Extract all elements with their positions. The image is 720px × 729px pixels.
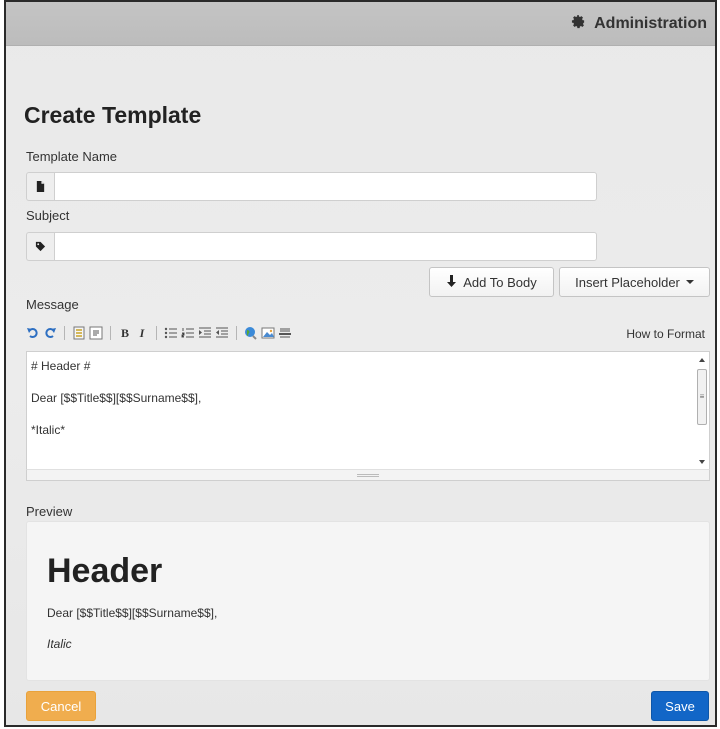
template-name-group: [26, 172, 597, 201]
italic-icon[interactable]: I: [135, 326, 149, 340]
outdent-icon[interactable]: [215, 326, 229, 340]
message-line: Dear [$$Title$$][$$Surname$$],: [31, 391, 202, 405]
toolbar-separator: [64, 326, 65, 340]
horizontal-rule-icon[interactable]: [278, 326, 292, 340]
image-icon[interactable]: [261, 326, 275, 340]
top-bar: Administration: [6, 2, 715, 46]
template-name-label: Template Name: [26, 149, 118, 164]
toolbar-separator: [110, 326, 111, 340]
how-to-format-link[interactable]: How to Format: [626, 327, 705, 341]
preview-heading: Header: [47, 552, 163, 590]
insert-placeholder-button[interactable]: Insert Placeholder: [559, 267, 710, 297]
toolbar-separator: [236, 326, 237, 340]
insert-placeholder-label: Insert Placeholder: [575, 274, 680, 290]
add-to-body-button[interactable]: Add To Body: [429, 267, 554, 297]
scroll-up-icon[interactable]: [699, 358, 705, 362]
message-editor[interactable]: # Header # Dear [$$Title$$][$$Surname$$]…: [26, 351, 710, 469]
undo-icon[interactable]: [26, 326, 40, 340]
preview-italic-text: Italic: [47, 637, 72, 651]
editor-toolbar: B I: [26, 324, 292, 342]
arrow-down-icon: [446, 274, 457, 290]
editor-scrollbar[interactable]: ≡: [696, 354, 708, 468]
quote-icon[interactable]: [89, 326, 103, 340]
subject-input[interactable]: [54, 232, 597, 261]
subject-group: [26, 232, 597, 261]
link-icon[interactable]: [244, 326, 258, 340]
bold-icon[interactable]: B: [118, 326, 132, 340]
cancel-button[interactable]: Cancel: [26, 691, 96, 721]
tag-icon: [26, 232, 54, 261]
template-name-input[interactable]: [54, 172, 597, 201]
subject-label: Subject: [26, 208, 70, 223]
administration-label: Administration: [594, 15, 707, 32]
resize-handle[interactable]: [26, 469, 710, 481]
page-title: Create Template: [24, 102, 202, 128]
scroll-down-icon[interactable]: [699, 460, 705, 464]
app-window: Administration Create Template Template …: [4, 0, 717, 727]
caret-down-icon: [685, 280, 694, 284]
unordered-list-icon[interactable]: [164, 326, 178, 340]
file-icon: [26, 172, 54, 201]
preview-greeting: Dear [$$Title$$][$$Surname$$],: [47, 606, 218, 620]
indent-icon[interactable]: [198, 326, 212, 340]
message-line: # Header #: [31, 359, 91, 373]
message-label: Message: [26, 297, 79, 312]
toolbar-separator: [156, 326, 157, 340]
gear-icon: [571, 14, 586, 34]
code-icon[interactable]: [72, 326, 86, 340]
preview-label: Preview: [26, 504, 73, 519]
scroll-thumb[interactable]: ≡: [697, 369, 707, 425]
redo-icon[interactable]: [43, 326, 57, 340]
message-line: *Italic*: [31, 423, 66, 437]
preview-panel: Header Dear [$$Title$$][$$Surname$$], It…: [26, 521, 710, 681]
ordered-list-icon[interactable]: [181, 326, 195, 340]
add-to-body-label: Add To Body: [463, 274, 537, 290]
administration-menu[interactable]: Administration: [571, 14, 707, 34]
save-button[interactable]: Save: [651, 691, 709, 721]
